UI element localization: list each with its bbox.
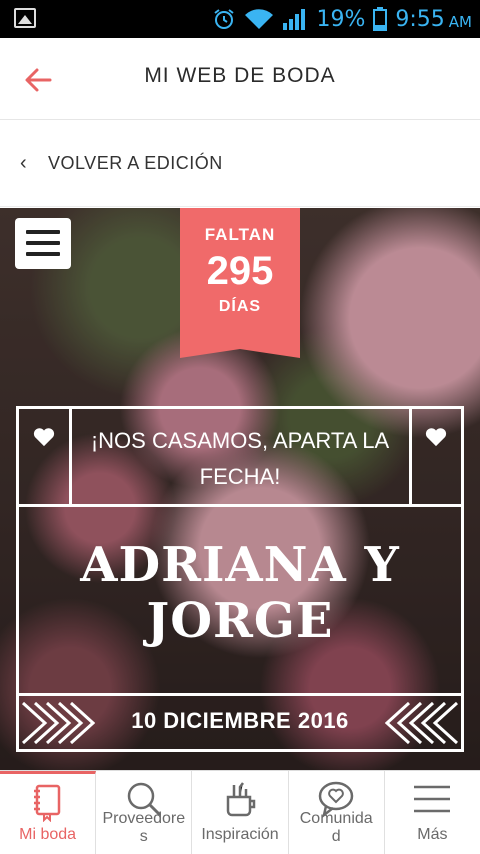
tab-proveedores[interactable]: Proveedore s: [96, 771, 193, 854]
couple-names-line1: ADRIANA Y: [80, 537, 400, 593]
wedding-hero: FALTAN 295 DÍAS ¡NOS CASAMOS, APARTA LA …: [0, 208, 480, 770]
countdown-label-top: FALTAN: [204, 225, 276, 244]
wifi-icon: [245, 9, 274, 29]
divider: [69, 409, 72, 507]
page-title: MI WEB DE BODA: [144, 64, 336, 87]
clock: 9:55: [395, 6, 445, 32]
image-icon: [14, 8, 36, 28]
battery-percent: 19%: [316, 6, 366, 32]
battery-icon: [373, 7, 388, 31]
announce-text: ¡NOS CASAMOS, APARTA LA FECHA!: [90, 428, 390, 489]
tools-icon: [226, 782, 256, 817]
couple-names-line2: JORGE: [146, 593, 334, 649]
tab-inspiracion[interactable]: Inspiración: [192, 771, 289, 854]
heart-icon: [425, 428, 447, 447]
countdown-badge: FALTAN 295 DÍAS: [180, 208, 300, 358]
countdown-number: 295: [206, 249, 274, 293]
chevron-left-icon: ‹: [20, 152, 27, 174]
tab-label-line1: Comunida: [299, 810, 373, 827]
status-right: 19% 9:55 AM: [212, 4, 472, 34]
tab-label-line2: d: [331, 828, 341, 845]
menu-icon: [414, 785, 451, 813]
tab-label: Más: [417, 826, 448, 843]
tab-mi-boda[interactable]: Mi boda: [0, 771, 97, 854]
app-header: MI WEB DE BODA: [0, 38, 480, 120]
tab-comunidad[interactable]: Comunida d: [289, 771, 385, 854]
signal-icon: [283, 9, 306, 30]
menu-bar: [26, 241, 60, 245]
menu-bar: [26, 230, 60, 234]
hamburger-menu-button[interactable]: [15, 218, 71, 269]
bottom-navigation: Mi boda Proveedore s Inspiración Comunid…: [0, 770, 480, 854]
heart-icon: [33, 428, 55, 447]
status-bar: 19% 9:55 AM: [0, 0, 480, 38]
clock-ampm: AM: [448, 13, 472, 31]
divider: [409, 409, 412, 507]
back-to-edit-link[interactable]: ‹ VOLVER A EDICIÓN: [0, 121, 480, 207]
date-row: 10 DICIEMBRE 2016: [19, 693, 461, 749]
tab-label-line2: s: [139, 828, 148, 845]
tab-label-line1: Proveedore: [102, 810, 186, 827]
tab-mas[interactable]: Más: [385, 771, 480, 854]
announce-row: ¡NOS CASAMOS, APARTA LA FECHA!: [19, 409, 461, 507]
tab-label: Comunida d: [289, 810, 384, 846]
tab-label: Inspiración: [201, 826, 279, 843]
notebook-icon: [33, 784, 60, 822]
chevrons-left-icon: [385, 701, 459, 745]
couple-names: ADRIANA Y JORGE: [19, 537, 461, 649]
tab-label: Proveedore s: [96, 810, 191, 846]
countdown-label-bottom: DÍAS: [218, 298, 262, 315]
alarm-icon: [214, 9, 235, 29]
tab-label: Mi boda: [19, 826, 77, 843]
back-to-edit-label: VOLVER A EDICIÓN: [48, 153, 223, 173]
wedding-card-frame: ¡NOS CASAMOS, APARTA LA FECHA! ADRIANA Y…: [16, 406, 464, 752]
menu-bar: [26, 252, 60, 256]
